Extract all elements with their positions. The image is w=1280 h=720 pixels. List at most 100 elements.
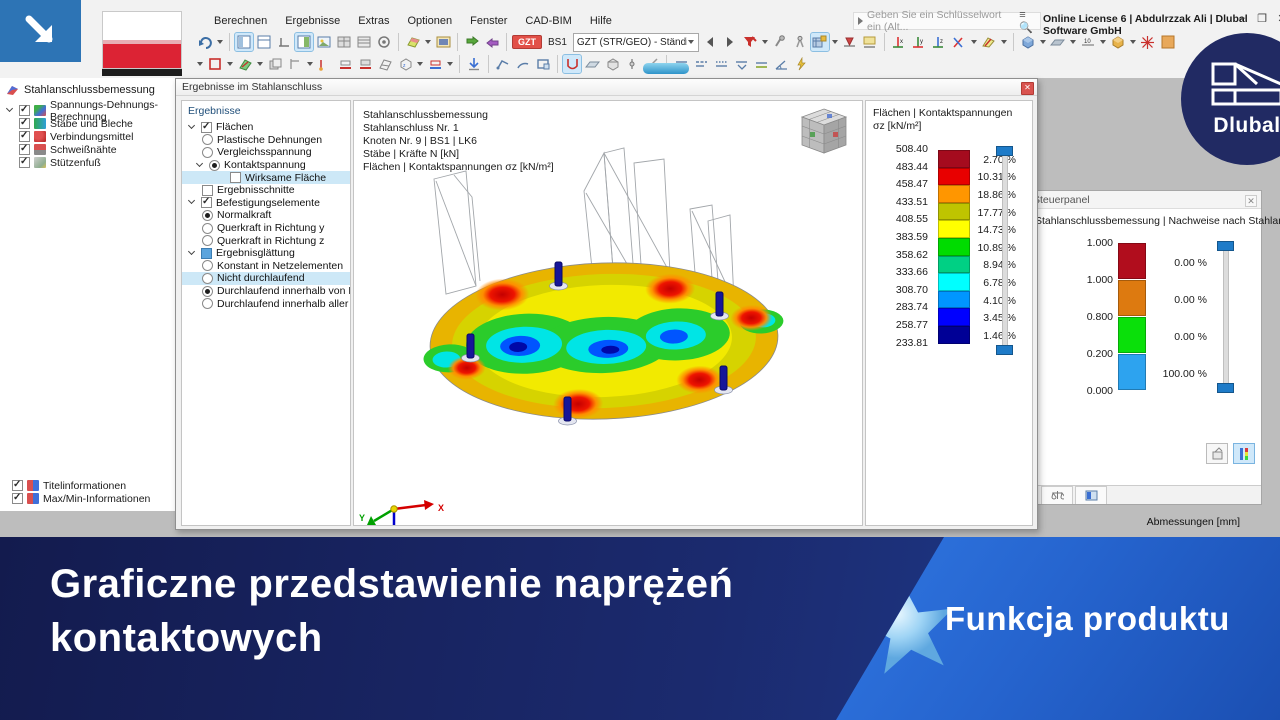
checkbox-icon[interactable] bbox=[19, 117, 30, 129]
toolbar-icon-section[interactable] bbox=[980, 33, 998, 51]
legend-slider-track[interactable] bbox=[1002, 153, 1008, 351]
toolbar-icon-dim4[interactable] bbox=[732, 55, 750, 73]
dropdown-caret-icon[interactable] bbox=[831, 40, 838, 44]
dropdown-caret-icon[interactable] bbox=[257, 62, 263, 66]
toolbar-icon-support-yellow[interactable] bbox=[861, 33, 879, 51]
toolbar-icon-probe2[interactable] bbox=[791, 33, 809, 51]
toolbar-icon-support-red[interactable] bbox=[841, 33, 859, 51]
dropdown-caret-icon[interactable] bbox=[227, 62, 233, 66]
dialog-titlebar[interactable]: Ergebnisse im Stahlanschluss bbox=[176, 79, 1037, 96]
toolbar-icon-dimension[interactable]: 10 bbox=[1079, 33, 1097, 51]
checkbox-icon[interactable] bbox=[12, 492, 23, 504]
radio-icon[interactable] bbox=[202, 260, 213, 272]
scale-slider-track[interactable] bbox=[1223, 247, 1229, 392]
radio-icon[interactable] bbox=[202, 285, 213, 297]
menu-ergebnisse[interactable]: Ergebnisse bbox=[277, 13, 348, 29]
toolbar-icon-dim3[interactable] bbox=[712, 55, 730, 73]
toolbar-highlight-pill[interactable] bbox=[643, 63, 689, 74]
toolbar-icon-table[interactable] bbox=[335, 33, 353, 51]
prev-load-case-icon[interactable] bbox=[701, 33, 719, 51]
combo-caret-icon[interactable] bbox=[687, 40, 694, 44]
toolbar-icon-import-purple[interactable] bbox=[483, 33, 501, 51]
menu-optionen[interactable]: Optionen bbox=[399, 13, 460, 29]
close-button[interactable]: ✕ bbox=[1276, 12, 1280, 25]
tree-item-nicht-durchlaufend[interactable]: Nicht durchlaufend bbox=[182, 272, 350, 285]
expander-icon[interactable] bbox=[188, 198, 197, 207]
scale-slider-handle-bottom[interactable] bbox=[1217, 383, 1234, 393]
tree-item-flaechen[interactable]: Flächen bbox=[182, 121, 350, 134]
tree-item-querkraft-y[interactable]: Querkraft in Richtung y bbox=[182, 222, 350, 235]
dropdown-caret-icon[interactable] bbox=[1000, 40, 1007, 44]
tree-item-querkraft-z[interactable]: Querkraft in Richtung z bbox=[182, 234, 350, 247]
toolbar-icon-dim-angle[interactable] bbox=[772, 55, 790, 73]
toolbar-icon-mesh-red[interactable] bbox=[1139, 33, 1157, 51]
dropdown-caret-icon[interactable] bbox=[1039, 40, 1046, 44]
sidebar-item-root[interactable]: Spannungs-Dehnungs-Berechnung bbox=[6, 99, 175, 123]
legend-slider-handle-bottom[interactable] bbox=[996, 345, 1013, 355]
toolbar-icon-solid-view[interactable] bbox=[1019, 33, 1037, 51]
dropdown-caret-icon[interactable] bbox=[761, 40, 768, 44]
toolbar-icon-u-shape[interactable] bbox=[562, 54, 582, 74]
toolbar-icon-solid-orange[interactable] bbox=[1109, 33, 1127, 51]
radio-icon[interactable] bbox=[209, 159, 220, 171]
checkbox-icon[interactable] bbox=[19, 143, 30, 155]
dropdown-caret-icon[interactable] bbox=[425, 40, 431, 44]
tree-item-kontakt[interactable]: Kontaktspannung bbox=[182, 159, 350, 172]
tree-item-durchlaufend-von[interactable]: Durchlaufend innerhalb von Fläch... bbox=[182, 285, 350, 298]
toolbar-icon-solid-grid[interactable]: z bbox=[396, 55, 414, 73]
toolbar-icon-member-red2[interactable] bbox=[356, 55, 374, 73]
checkbox-icon[interactable] bbox=[201, 247, 212, 259]
menu-hilfe[interactable]: Hilfe bbox=[582, 13, 620, 29]
toolbar-icon-rect-tool[interactable] bbox=[534, 55, 552, 73]
keyword-search-input[interactable]: Geben Sie ein Schlüsselwort ein (Alt... … bbox=[853, 9, 1041, 34]
toolbar-icon-frame-red[interactable] bbox=[206, 55, 224, 73]
toolbar-icon-panel[interactable] bbox=[294, 32, 314, 52]
toolbar-icon-panel-orange[interactable] bbox=[1159, 33, 1177, 51]
expander-icon[interactable] bbox=[6, 106, 15, 115]
minimize-button[interactable]: – bbox=[1236, 12, 1248, 25]
radio-icon[interactable] bbox=[202, 222, 213, 234]
toolbar-icon-axis-y[interactable]: y bbox=[910, 33, 928, 51]
sidebar-item-verbindungsmittel[interactable]: Verbindungsmittel bbox=[19, 130, 175, 143]
toolbar-icon-node-red[interactable] bbox=[316, 55, 334, 73]
toolbar-icon-arc[interactable] bbox=[514, 55, 532, 73]
checkbox-icon[interactable] bbox=[19, 156, 30, 168]
tree-item-normalkraft[interactable]: Normalkraft bbox=[182, 209, 350, 222]
restore-button[interactable]: ❐ bbox=[1256, 12, 1268, 25]
close-icon[interactable]: ✕ bbox=[1245, 195, 1257, 207]
tree-item-konstant[interactable]: Konstant in Netzelementen bbox=[182, 260, 350, 273]
toolbar-icon-member-red[interactable] bbox=[336, 55, 354, 73]
dropdown-caret-icon[interactable] bbox=[1129, 40, 1136, 44]
toolbar-icon-surface-grid[interactable] bbox=[376, 55, 394, 73]
toolbar-icon-node-tool[interactable] bbox=[623, 55, 641, 73]
dropdown-caret-icon[interactable] bbox=[217, 40, 223, 44]
checkbox-icon[interactable] bbox=[201, 121, 212, 133]
menu-berechnen[interactable]: Berechnen bbox=[206, 13, 275, 29]
toolbar-icon-plane2[interactable] bbox=[583, 55, 601, 73]
dropdown-caret-icon[interactable] bbox=[447, 62, 453, 66]
toolbar-icon-lightning[interactable] bbox=[792, 55, 810, 73]
toolbar-icon-picture[interactable] bbox=[315, 33, 333, 51]
expander-icon[interactable] bbox=[196, 161, 205, 170]
toolbar-icon-pointer-blue[interactable] bbox=[465, 55, 483, 73]
checkbox-icon[interactable] bbox=[202, 184, 213, 196]
fill-color-button[interactable] bbox=[1206, 443, 1228, 464]
tree-item-befestigung[interactable]: Befestigungselemente bbox=[182, 196, 350, 210]
toolbar-icon-guide[interactable] bbox=[286, 55, 304, 73]
sidebar-item-maxmin[interactable]: Max/Min-Informationen bbox=[12, 492, 175, 505]
toolbar-icon-probe[interactable] bbox=[771, 33, 789, 51]
toolbar-icon-axes[interactable] bbox=[275, 33, 293, 51]
toolbar-icon-axis-x[interactable]: x bbox=[890, 33, 908, 51]
checkbox-icon[interactable] bbox=[230, 172, 241, 184]
toolbar-icon-surface[interactable] bbox=[404, 33, 422, 51]
radio-icon[interactable] bbox=[202, 134, 213, 146]
expander-icon[interactable] bbox=[188, 249, 197, 258]
toolbar-icon-grid[interactable] bbox=[809, 32, 830, 52]
tree-item-vergleich[interactable]: Vergleichsspannung bbox=[182, 146, 350, 159]
dropdown-caret-icon[interactable] bbox=[1069, 40, 1076, 44]
sidebar-item-titelinfo[interactable]: Titelinformationen bbox=[12, 479, 175, 492]
filter-results-icon[interactable] bbox=[741, 33, 759, 51]
close-icon[interactable]: ✕ bbox=[1021, 82, 1034, 95]
color-scale-button[interactable] bbox=[1233, 443, 1255, 464]
toolbar-icon-table2[interactable] bbox=[355, 33, 373, 51]
